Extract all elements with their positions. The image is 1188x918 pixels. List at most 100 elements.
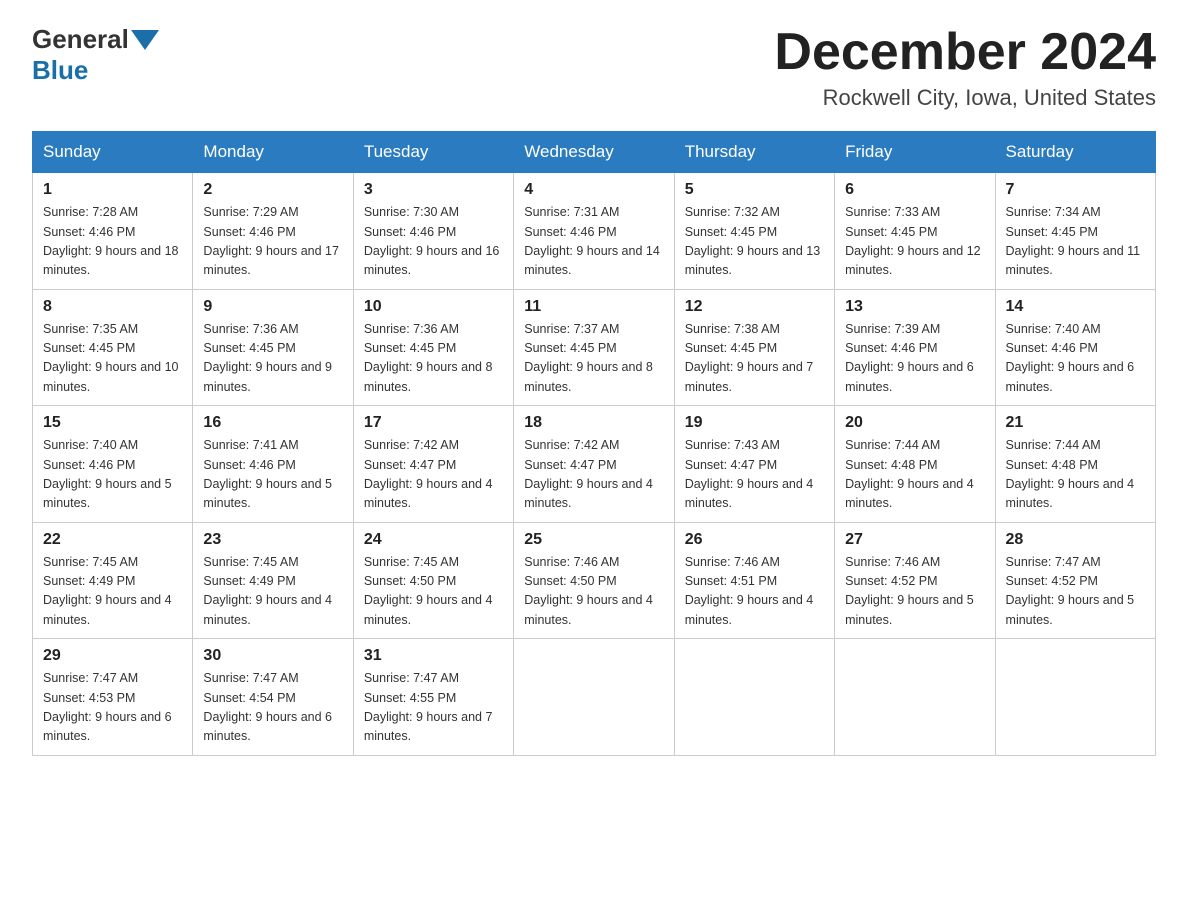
cell-date-number: 15 <box>43 414 182 432</box>
cell-date-number: 5 <box>685 181 824 199</box>
cell-date-number: 7 <box>1006 181 1145 199</box>
calendar-header-monday: Monday <box>193 132 353 173</box>
cell-date-number: 23 <box>203 531 342 549</box>
calendar-cell: 5 Sunrise: 7:32 AMSunset: 4:45 PMDaylight… <box>674 173 834 290</box>
cell-sun-info: Sunrise: 7:36 AMSunset: 4:45 PMDaylight:… <box>203 320 342 398</box>
cell-sun-info: Sunrise: 7:40 AMSunset: 4:46 PMDaylight:… <box>43 436 182 514</box>
cell-sun-info: Sunrise: 7:28 AMSunset: 4:46 PMDaylight:… <box>43 203 182 281</box>
calendar-cell: 21 Sunrise: 7:44 AMSunset: 4:48 PMDayligh… <box>995 406 1155 523</box>
calendar-header-wednesday: Wednesday <box>514 132 674 173</box>
cell-sun-info: Sunrise: 7:31 AMSunset: 4:46 PMDaylight:… <box>524 203 663 281</box>
cell-sun-info: Sunrise: 7:39 AMSunset: 4:46 PMDaylight:… <box>845 320 984 398</box>
cell-sun-info: Sunrise: 7:36 AMSunset: 4:45 PMDaylight:… <box>364 320 503 398</box>
calendar-cell: 19 Sunrise: 7:43 AMSunset: 4:47 PMDayligh… <box>674 406 834 523</box>
cell-date-number: 11 <box>524 298 663 316</box>
calendar-cell: 16Sunrise: 7:41 AMSunset: 4:46 PMDayligh… <box>193 406 353 523</box>
cell-date-number: 25 <box>524 531 663 549</box>
title-area: December 2024 Rockwell City, Iowa, Unite… <box>774 24 1156 111</box>
calendar-cell: 24 Sunrise: 7:45 AMSunset: 4:50 PMDayligh… <box>353 522 513 639</box>
calendar-cell: 22 Sunrise: 7:45 AMSunset: 4:49 PMDayligh… <box>33 522 193 639</box>
logo-triangle-icon <box>131 30 159 50</box>
calendar-cell: 11Sunrise: 7:37 AMSunset: 4:45 PMDayligh… <box>514 289 674 406</box>
cell-date-number: 27 <box>845 531 984 549</box>
cell-sun-info: Sunrise: 7:42 AMSunset: 4:47 PMDaylight:… <box>524 436 663 514</box>
cell-sun-info: Sunrise: 7:34 AMSunset: 4:45 PMDaylight:… <box>1006 203 1145 281</box>
calendar-cell: 6Sunrise: 7:33 AMSunset: 4:45 PMDaylight… <box>835 173 995 290</box>
cell-date-number: 8 <box>43 298 182 316</box>
calendar-cell: 15 Sunrise: 7:40 AMSunset: 4:46 PMDayligh… <box>33 406 193 523</box>
cell-sun-info: Sunrise: 7:44 AMSunset: 4:48 PMDaylight:… <box>845 436 984 514</box>
cell-date-number: 19 <box>685 414 824 432</box>
cell-sun-info: Sunrise: 7:45 AMSunset: 4:50 PMDaylight:… <box>364 553 503 631</box>
cell-date-number: 28 <box>1006 531 1145 549</box>
calendar-week-row: 22 Sunrise: 7:45 AMSunset: 4:49 PMDayligh… <box>33 522 1156 639</box>
cell-sun-info: Sunrise: 7:47 AMSunset: 4:53 PMDaylight:… <box>43 669 182 747</box>
calendar-cell: 20 Sunrise: 7:44 AMSunset: 4:48 PMDayligh… <box>835 406 995 523</box>
calendar-cell: 13 Sunrise: 7:39 AMSunset: 4:46 PMDayligh… <box>835 289 995 406</box>
cell-sun-info: Sunrise: 7:30 AMSunset: 4:46 PMDaylight:… <box>364 203 503 281</box>
calendar-cell: 1 Sunrise: 7:28 AMSunset: 4:46 PMDaylight… <box>33 173 193 290</box>
cell-sun-info: Sunrise: 7:38 AMSunset: 4:45 PMDaylight:… <box>685 320 824 398</box>
cell-sun-info: Sunrise: 7:41 AMSunset: 4:46 PMDaylight:… <box>203 436 342 514</box>
calendar-cell: 28Sunrise: 7:47 AMSunset: 4:52 PMDayligh… <box>995 522 1155 639</box>
cell-date-number: 3 <box>364 181 503 199</box>
cell-sun-info: Sunrise: 7:45 AMSunset: 4:49 PMDaylight:… <box>203 553 342 631</box>
logo-text: General <box>32 24 161 55</box>
cell-sun-info: Sunrise: 7:42 AMSunset: 4:47 PMDaylight:… <box>364 436 503 514</box>
cell-date-number: 4 <box>524 181 663 199</box>
calendar-cell: 12Sunrise: 7:38 AMSunset: 4:45 PMDayligh… <box>674 289 834 406</box>
page-header: General Blue December 2024 Rockwell City… <box>32 24 1156 111</box>
cell-date-number: 17 <box>364 414 503 432</box>
calendar-cell <box>995 639 1155 756</box>
cell-sun-info: Sunrise: 7:43 AMSunset: 4:47 PMDaylight:… <box>685 436 824 514</box>
calendar-week-row: 15 Sunrise: 7:40 AMSunset: 4:46 PMDayligh… <box>33 406 1156 523</box>
calendar-week-row: 29 Sunrise: 7:47 AMSunset: 4:53 PMDayligh… <box>33 639 1156 756</box>
calendar-cell: 25Sunrise: 7:46 AMSunset: 4:50 PMDayligh… <box>514 522 674 639</box>
cell-sun-info: Sunrise: 7:32 AMSunset: 4:45 PMDaylight:… <box>685 203 824 281</box>
cell-date-number: 20 <box>845 414 984 432</box>
calendar-cell: 23 Sunrise: 7:45 AMSunset: 4:49 PMDayligh… <box>193 522 353 639</box>
calendar-cell: 27 Sunrise: 7:46 AMSunset: 4:52 PMDayligh… <box>835 522 995 639</box>
calendar-cell: 8 Sunrise: 7:35 AMSunset: 4:45 PMDaylight… <box>33 289 193 406</box>
calendar-header-friday: Friday <box>835 132 995 173</box>
cell-date-number: 29 <box>43 647 182 665</box>
calendar-cell <box>674 639 834 756</box>
logo-general-text: General <box>32 24 129 55</box>
cell-date-number: 6 <box>845 181 984 199</box>
cell-date-number: 10 <box>364 298 503 316</box>
logo: General Blue <box>32 24 161 86</box>
cell-date-number: 1 <box>43 181 182 199</box>
cell-sun-info: Sunrise: 7:47 AMSunset: 4:54 PMDaylight:… <box>203 669 342 747</box>
cell-sun-info: Sunrise: 7:35 AMSunset: 4:45 PMDaylight:… <box>43 320 182 398</box>
cell-sun-info: Sunrise: 7:46 AMSunset: 4:52 PMDaylight:… <box>845 553 984 631</box>
cell-sun-info: Sunrise: 7:45 AMSunset: 4:49 PMDaylight:… <box>43 553 182 631</box>
calendar-cell: 26Sunrise: 7:46 AMSunset: 4:51 PMDayligh… <box>674 522 834 639</box>
calendar-week-row: 1 Sunrise: 7:28 AMSunset: 4:46 PMDaylight… <box>33 173 1156 290</box>
calendar-header-saturday: Saturday <box>995 132 1155 173</box>
calendar-header-row: SundayMondayTuesdayWednesdayThursdayFrid… <box>33 132 1156 173</box>
calendar-cell <box>835 639 995 756</box>
calendar-cell: 30 Sunrise: 7:47 AMSunset: 4:54 PMDayligh… <box>193 639 353 756</box>
cell-date-number: 26 <box>685 531 824 549</box>
cell-date-number: 9 <box>203 298 342 316</box>
calendar-cell: 29 Sunrise: 7:47 AMSunset: 4:53 PMDayligh… <box>33 639 193 756</box>
cell-date-number: 30 <box>203 647 342 665</box>
cell-date-number: 13 <box>845 298 984 316</box>
cell-date-number: 21 <box>1006 414 1145 432</box>
calendar-cell: 17 Sunrise: 7:42 AMSunset: 4:47 PMDayligh… <box>353 406 513 523</box>
calendar-header-sunday: Sunday <box>33 132 193 173</box>
cell-sun-info: Sunrise: 7:29 AMSunset: 4:46 PMDaylight:… <box>203 203 342 281</box>
calendar-cell: 2 Sunrise: 7:29 AMSunset: 4:46 PMDaylight… <box>193 173 353 290</box>
calendar-cell: 3 Sunrise: 7:30 AMSunset: 4:46 PMDaylight… <box>353 173 513 290</box>
calendar-cell: 10 Sunrise: 7:36 AMSunset: 4:45 PMDayligh… <box>353 289 513 406</box>
cell-date-number: 2 <box>203 181 342 199</box>
location-subtitle: Rockwell City, Iowa, United States <box>774 85 1156 111</box>
calendar-cell: 14Sunrise: 7:40 AMSunset: 4:46 PMDayligh… <box>995 289 1155 406</box>
calendar-table: SundayMondayTuesdayWednesdayThursdayFrid… <box>32 131 1156 756</box>
logo-blue-text: Blue <box>32 55 88 86</box>
month-title: December 2024 <box>774 24 1156 81</box>
cell-date-number: 22 <box>43 531 182 549</box>
cell-sun-info: Sunrise: 7:40 AMSunset: 4:46 PMDaylight:… <box>1006 320 1145 398</box>
cell-sun-info: Sunrise: 7:44 AMSunset: 4:48 PMDaylight:… <box>1006 436 1145 514</box>
cell-date-number: 24 <box>364 531 503 549</box>
